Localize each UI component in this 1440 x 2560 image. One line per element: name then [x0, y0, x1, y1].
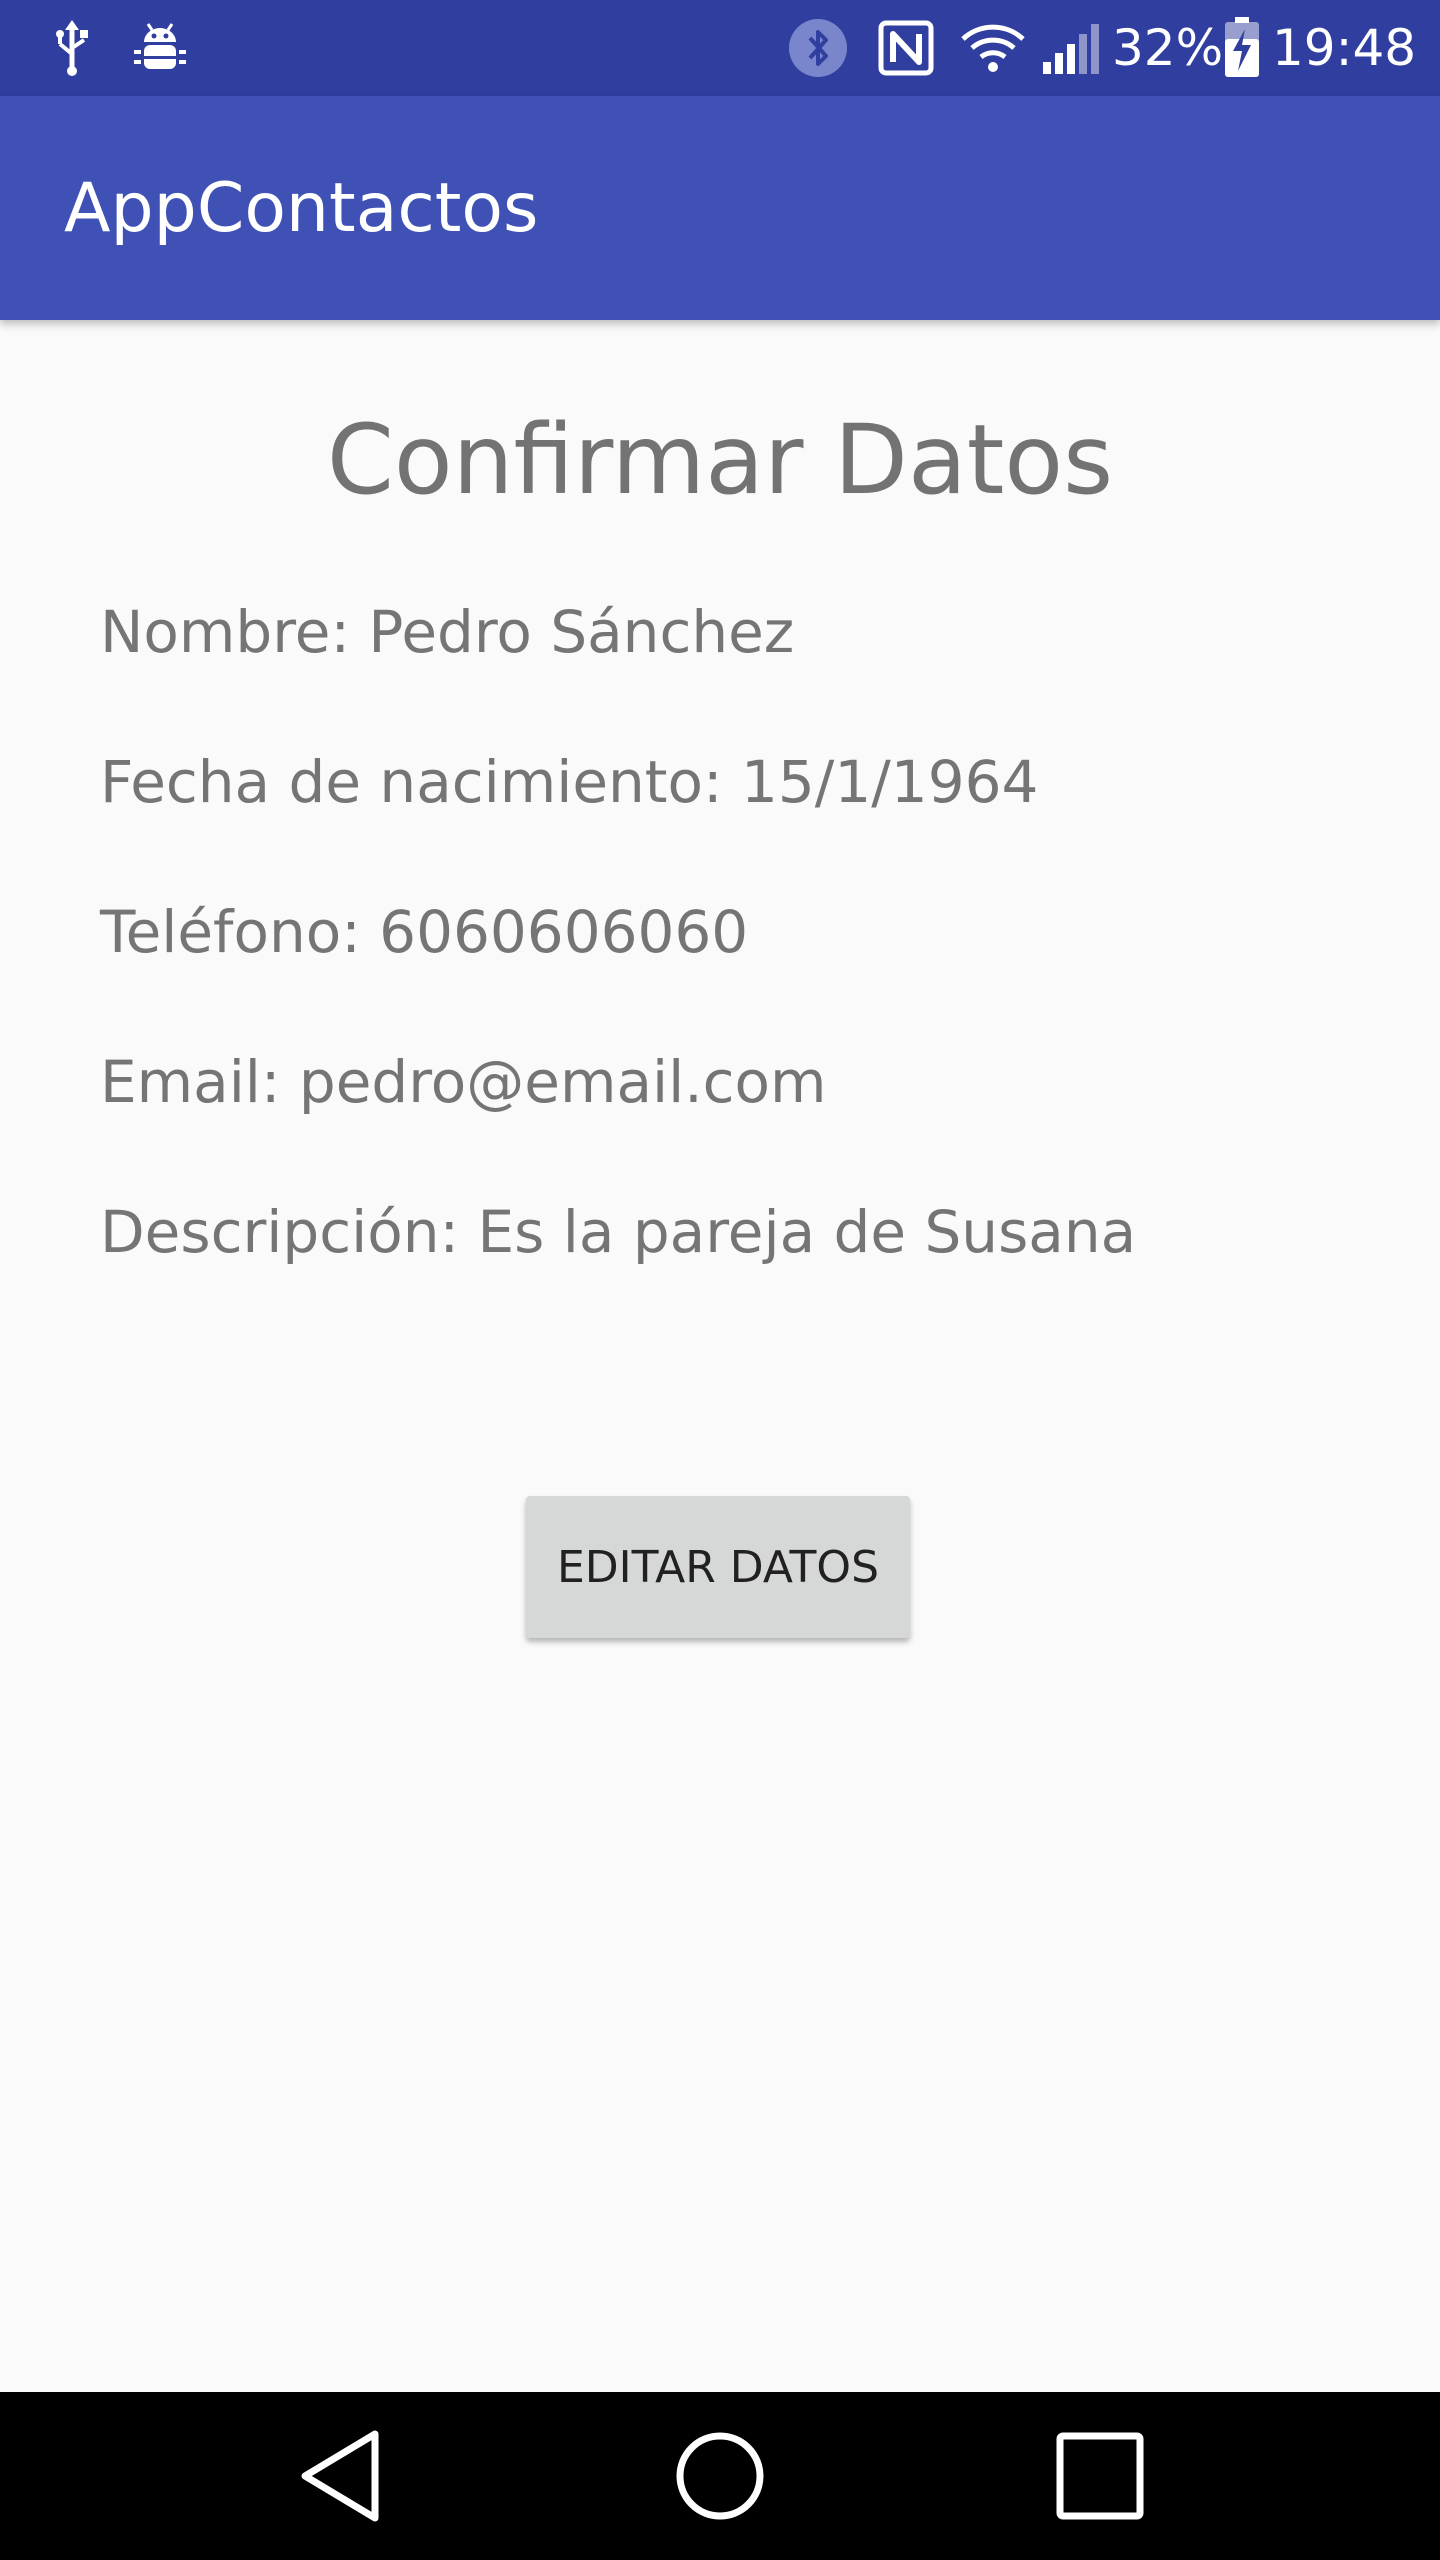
android-debug-icon — [130, 0, 190, 96]
nfc-icon — [876, 0, 936, 96]
battery-percent-text: 32% — [1112, 19, 1224, 77]
status-bar: 32% 19:48 — [0, 0, 1440, 96]
clock: 19:48 — [1272, 0, 1422, 96]
battery-percent: 32% — [1112, 0, 1223, 96]
recents-button[interactable] — [1020, 2392, 1180, 2560]
field-telefono: Teléfono: 6060606060 — [100, 898, 749, 966]
back-button[interactable] — [260, 2392, 420, 2560]
wifi-icon — [960, 0, 1026, 96]
home-icon — [676, 2432, 764, 2520]
usb-icon — [44, 0, 100, 96]
field-descripcion: Descripción: Es la pareja de Susana — [100, 1198, 1137, 1266]
field-nombre: Nombre: Pedro Sánchez — [100, 598, 795, 666]
app-title: AppContactos — [64, 168, 539, 248]
main-content: Confirmar Datos Nombre: Pedro Sánchez Fe… — [0, 320, 1440, 2392]
battery-charging-icon — [1222, 0, 1262, 96]
back-icon — [301, 2430, 379, 2522]
signal-icon — [1040, 0, 1102, 96]
recents-icon — [1056, 2432, 1144, 2520]
clock-text: 19:48 — [1272, 19, 1417, 77]
field-fecha-nacimiento: Fecha de nacimiento: 15/1/1964 — [100, 748, 1039, 816]
page-title: Confirmar Datos — [326, 404, 1114, 516]
edit-data-button[interactable]: EDITAR DATOS — [526, 1496, 910, 1638]
field-email: Email: pedro@email.com — [100, 1048, 827, 1116]
bluetooth-icon — [786, 0, 850, 96]
home-button[interactable] — [640, 2392, 800, 2560]
app-bar: AppContactos — [0, 96, 1440, 320]
navigation-bar — [0, 2392, 1440, 2560]
